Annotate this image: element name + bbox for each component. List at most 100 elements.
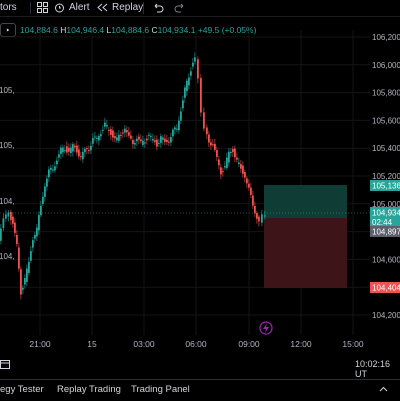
candle-body [114, 136, 116, 139]
tab-trading-panel[interactable]: Trading Panel [131, 384, 190, 395]
candle-body [214, 143, 216, 150]
candle-body [12, 216, 14, 224]
candle-body [220, 167, 222, 175]
sl-price-text: 104,404 [372, 284, 400, 293]
candle-body [188, 77, 190, 86]
candle-body [192, 62, 194, 67]
candle-body [52, 169, 54, 171]
candle-body [230, 152, 232, 154]
left-price-tick-label: 104, [0, 197, 15, 206]
candle-body [34, 235, 36, 239]
candle-body [88, 150, 90, 152]
candle-body [146, 138, 148, 141]
candle-body [197, 59, 199, 79]
candle-body [104, 122, 106, 127]
candle-body [228, 151, 230, 163]
candle-body [38, 215, 40, 231]
candle-body [218, 159, 220, 166]
candle-body [94, 136, 96, 138]
candle-body [162, 137, 164, 140]
candle-body [30, 251, 32, 261]
candle-body [148, 134, 150, 136]
candle-body [184, 87, 186, 98]
price-tick-label: 106,000 [372, 61, 400, 70]
price-chart[interactable]: 106,200106,000105,800105,600105,400105,2… [0, 0, 400, 360]
candle-body [0, 228, 2, 241]
candle-body [250, 187, 252, 195]
candle-body [86, 148, 88, 150]
candle-body [96, 137, 98, 139]
candle-body [226, 157, 228, 169]
candle-body [158, 142, 160, 144]
candle-body [140, 139, 142, 142]
time-tick-label: 12:00 [290, 339, 312, 349]
candle-body [176, 128, 178, 130]
candle-body [92, 138, 94, 144]
candle-body [80, 156, 82, 158]
candle-body [254, 205, 256, 214]
candle-body [261, 214, 263, 223]
candle-body [216, 150, 218, 157]
candle-body [208, 134, 210, 143]
candle-body [110, 129, 112, 135]
candle-body [22, 287, 24, 290]
price-tick-label: 104,600 [372, 255, 400, 264]
tp-price-text: 105,136 [372, 182, 400, 191]
loss-zone[interactable] [264, 218, 347, 288]
candle-body [248, 183, 250, 188]
time-tick-label: 15 [87, 339, 97, 349]
candle-body [84, 148, 86, 153]
candle-body [236, 157, 238, 160]
candle-body [58, 154, 60, 158]
candle-body [106, 125, 108, 127]
sl-price-label: 104,404 [370, 282, 400, 293]
left-price-tick-label: 105, [0, 141, 15, 150]
countdown-text: 02:44 [372, 218, 393, 227]
tab-replay-trading[interactable]: Replay Trading [57, 384, 121, 395]
time-tick-label: 09:00 [238, 339, 260, 349]
candle-body [62, 147, 64, 153]
left-price-tick-label: 104, [0, 252, 15, 261]
candle-body [210, 142, 212, 146]
tab-strategy-tester[interactable]: egy Tester [0, 384, 44, 395]
bottom-panel-tabs: egy Tester Replay Trading Trading Panel [0, 379, 400, 401]
candle-body [142, 140, 144, 145]
candle-body [64, 150, 66, 152]
candle-body [222, 171, 224, 173]
time-axis-bar: 10:02:16 UT [0, 355, 400, 380]
candle-body [206, 127, 208, 135]
candle-body [186, 80, 188, 92]
price-tick-label: 105,600 [372, 116, 400, 125]
candle-body [212, 144, 214, 146]
candle-body [42, 196, 44, 204]
price-tick-label: 105,800 [372, 89, 400, 98]
calendar-icon[interactable] [0, 359, 10, 369]
candle-body [172, 129, 174, 137]
candle-body [36, 227, 38, 237]
candle-body [56, 160, 58, 165]
candle-body [154, 140, 156, 143]
candle-body [102, 129, 104, 131]
clock-text: 10:02:16 UT [355, 359, 391, 379]
lightning-icon[interactable] [259, 321, 273, 335]
current-price-label: 104,934 02:44 [370, 207, 400, 228]
candle-body [70, 147, 72, 154]
time-tick-label: 15:00 [342, 339, 364, 349]
candle-body [7, 212, 10, 217]
candle-body [178, 120, 180, 131]
candle-body [26, 268, 28, 282]
candle-body [100, 134, 102, 137]
candle-body [240, 164, 242, 169]
candle-body [66, 146, 68, 153]
candle-body [256, 213, 258, 219]
time-tick-label: 03:00 [133, 339, 155, 349]
candle-body [28, 261, 30, 274]
candle-body [152, 138, 154, 141]
collapse-panel-icon[interactable] [378, 384, 389, 395]
candle-body [20, 269, 22, 295]
candle-body [166, 139, 168, 143]
current-price-text: 104,934 [372, 209, 400, 218]
candle-body [2, 218, 5, 228]
candle-body [264, 215, 266, 217]
candle-body [24, 278, 26, 285]
